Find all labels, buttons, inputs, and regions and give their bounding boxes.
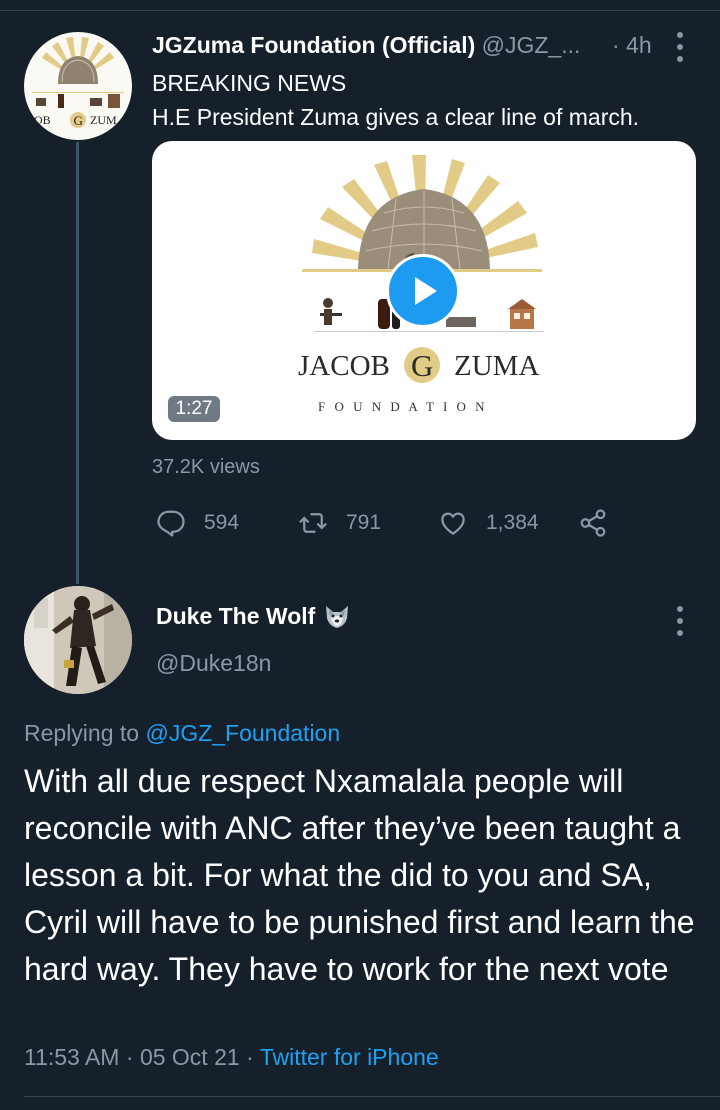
- replying-to-link[interactable]: @JGZ_Foundation: [145, 720, 340, 746]
- tweet1-text: BREAKING NEWS H.E President Zuma gives a…: [152, 66, 639, 134]
- view-count: 37.2K views: [152, 456, 260, 478]
- user-avatar[interactable]: [24, 586, 132, 694]
- logo-name-left: JACOB: [298, 350, 390, 382]
- replying-prefix: Replying to: [24, 720, 140, 746]
- tweet1-line1: BREAKING NEWS: [152, 70, 347, 96]
- like-button[interactable]: 1,384: [438, 506, 539, 540]
- more-icon[interactable]: [670, 30, 690, 64]
- tweet2-time[interactable]: 11:53 AM: [24, 1044, 119, 1070]
- top-divider: [0, 0, 720, 11]
- tweet2-display-name[interactable]: Duke The Wolf: [156, 603, 315, 630]
- wolf-emoji-icon: [326, 605, 349, 628]
- tweet1-timestamp[interactable]: · 4h: [612, 32, 652, 59]
- tweet2-handle[interactable]: @Duke18n: [156, 650, 271, 677]
- reply-count: 594: [204, 511, 240, 534]
- more-icon[interactable]: [670, 604, 690, 638]
- logo-initial: G: [411, 348, 433, 383]
- tweet1-line2: H.E President Zuma gives a clear line of…: [152, 104, 640, 130]
- meta-separator: ·: [125, 1044, 134, 1070]
- logo-name-right: ZUMA: [454, 350, 539, 382]
- bottom-divider: [24, 1096, 720, 1097]
- like-icon: [441, 512, 465, 535]
- reply-button[interactable]: 594: [156, 506, 239, 540]
- tweet2-metadata: 11:53 AM · 05 Oct 21 · Twitter for iPhon…: [24, 1044, 439, 1071]
- like-count: 1,384: [486, 511, 539, 534]
- share-icon: [580, 509, 606, 537]
- replying-to: Replying to @JGZ_Foundation: [24, 720, 340, 747]
- tweet2-date[interactable]: 05 Oct 21: [140, 1044, 240, 1070]
- logo-subtitle: F O U N D A T I O N: [318, 399, 488, 414]
- tweet2-text: With all due respect Nxamalala people wi…: [24, 763, 695, 987]
- tweet1-handle[interactable]: @JGZ_...: [482, 32, 581, 58]
- svg-text:ZUM: ZUM: [90, 113, 117, 127]
- svg-text:COB: COB: [26, 113, 51, 127]
- foundation-avatar[interactable]: COB G ZUM: [24, 32, 132, 140]
- play-icon[interactable]: [386, 254, 460, 328]
- tweet1-display-name[interactable]: JGZuma Foundation (Official): [152, 32, 475, 58]
- retweet-icon: [299, 513, 327, 533]
- tweet2-author[interactable]: Duke The Wolf: [156, 603, 351, 630]
- tweet1-author[interactable]: JGZuma Foundation (Official) @JGZ_...: [152, 32, 580, 59]
- retweet-button[interactable]: 791: [298, 506, 381, 540]
- tweet1-actions: 594 791 1,384: [152, 506, 632, 540]
- svg-text:G: G: [74, 113, 83, 128]
- thread-connector: [76, 142, 79, 584]
- share-button[interactable]: [578, 506, 626, 540]
- video-duration-badge: 1:27: [168, 396, 220, 422]
- user-avatar-image: [24, 586, 132, 694]
- reply-icon: [157, 510, 185, 537]
- foundation-logo-image: COB G ZUM: [26, 37, 124, 128]
- meta-separator: ·: [246, 1044, 254, 1070]
- tweet2-source-link[interactable]: Twitter for iPhone: [260, 1044, 439, 1070]
- retweet-count: 791: [346, 511, 382, 534]
